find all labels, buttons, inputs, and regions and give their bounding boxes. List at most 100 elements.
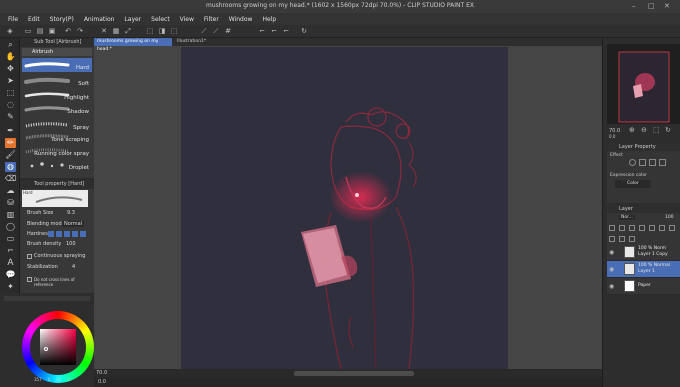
navigator-angle[interactable]: 0.0	[609, 134, 615, 139]
draft-icon[interactable]	[629, 225, 635, 231]
tab-illustration1[interactable]: Illustration1*	[174, 38, 209, 46]
pencil-tool-icon[interactable]: ✏	[5, 138, 16, 148]
menu-animation[interactable]: Animation	[84, 16, 115, 23]
zoom-in-icon[interactable]: ⊕	[629, 126, 635, 134]
frame-tool-icon[interactable]: ▭	[5, 234, 16, 244]
pen-tool-icon[interactable]: ✒	[5, 126, 16, 136]
new-folder-icon[interactable]	[609, 236, 615, 242]
navigator-panel[interactable]	[607, 44, 680, 124]
lasso-tool-icon[interactable]: ◌	[5, 100, 16, 110]
eyedropper-tool-icon[interactable]: ✎	[5, 112, 16, 122]
color-picker-cursor[interactable]	[44, 347, 48, 351]
menu-story[interactable]: Story(P)	[50, 16, 74, 23]
subtool-group-tab[interactable]: Airbrush	[22, 48, 92, 56]
menu-view[interactable]: View	[180, 16, 194, 23]
menu-help[interactable]: Help	[262, 16, 276, 23]
transform-icon[interactable]: ⤢	[124, 27, 132, 35]
reference-icon[interactable]	[619, 225, 625, 231]
delete-layer-icon[interactable]	[629, 236, 635, 242]
fill-icon[interactable]: ▦	[112, 27, 120, 35]
layer-opacity[interactable]: 100	[665, 215, 674, 220]
maximize-icon[interactable]: □	[648, 2, 655, 10]
brush-hard[interactable]: Hard	[22, 58, 92, 72]
gradient-tool-icon[interactable]: ▥	[5, 210, 16, 220]
menu-file[interactable]: File	[8, 16, 18, 23]
brush-size-value[interactable]: 9.3	[67, 210, 75, 216]
color-panel-tabs[interactable]	[4, 296, 90, 301]
brush-soft[interactable]: Soft	[22, 74, 92, 88]
ruler-icon[interactable]: ⌐	[258, 27, 266, 35]
ruler-tool-icon[interactable]: ⌐	[5, 246, 16, 256]
selection-tool-icon[interactable]: ⬚	[5, 88, 16, 98]
brush-tool-icon[interactable]: 🖌	[5, 150, 16, 160]
visibility-icon[interactable]: ◉	[609, 283, 614, 290]
brush-shadow[interactable]: Shadow	[22, 102, 92, 116]
menu-window[interactable]: Window	[229, 16, 253, 23]
visibility-icon[interactable]: ◉	[609, 266, 614, 273]
operation-tool-icon[interactable]: ➤	[5, 76, 16, 86]
effect-border-icon[interactable]	[629, 159, 636, 166]
layer-row-paper[interactable]: ◉ Paper	[607, 278, 680, 295]
minimize-icon[interactable]: –	[632, 2, 636, 10]
eraser-tool-icon[interactable]: ⌫	[5, 174, 16, 184]
new-vector-layer-icon[interactable]	[669, 225, 675, 231]
menu-edit[interactable]: Edit	[28, 16, 40, 23]
effect-tone-icon[interactable]	[639, 159, 646, 166]
text-tool-icon[interactable]: A	[5, 258, 16, 268]
layer-row-layer1-copy[interactable]: ◉ 100 % Norm Layer 1 Copy	[607, 244, 680, 261]
angle-readout[interactable]: 0.0	[98, 379, 106, 385]
clear-icon[interactable]: ✕	[100, 27, 108, 35]
continuous-spraying-checkbox[interactable]	[27, 254, 32, 259]
ruler-3-icon[interactable]: ⌐	[282, 27, 290, 35]
drawing-canvas[interactable]	[181, 47, 508, 370]
brush-highlight[interactable]: Highlight	[22, 88, 92, 102]
lock-icon[interactable]	[639, 225, 645, 231]
edge-checkbox[interactable]	[27, 277, 32, 282]
horizontal-scrollbar[interactable]: 70.0	[94, 369, 602, 378]
deselect-icon[interactable]: ⬚	[146, 27, 154, 35]
scroll-thumb[interactable]	[294, 371, 414, 376]
alpha-lock-icon[interactable]	[649, 225, 655, 231]
layer-blend-mode[interactable]: Nor...	[619, 215, 635, 220]
hardness-selector[interactable]	[48, 231, 88, 237]
menu-filter[interactable]: Filter	[204, 16, 219, 23]
brush-density-value[interactable]: 100	[66, 241, 76, 247]
airbrush-tool-icon[interactable]: ◍	[5, 162, 16, 172]
blending-mode-select[interactable]: Normal	[62, 221, 85, 227]
blend-tool-icon[interactable]: ☁	[5, 186, 16, 196]
redo-icon[interactable]: ↷	[76, 27, 84, 35]
brush-running-color-spray[interactable]: Running color spray	[22, 144, 92, 158]
merge-icon[interactable]	[619, 236, 625, 242]
rotate-view-icon[interactable]: ↻	[665, 126, 671, 134]
stabilization-value[interactable]: 4	[72, 264, 75, 270]
figure-tool-icon[interactable]: ◯	[5, 222, 16, 232]
brush-tone-scraping[interactable]: Tone scraping	[22, 130, 92, 144]
rotate-icon[interactable]: ↻	[300, 27, 308, 35]
clip-icon[interactable]	[609, 225, 615, 231]
menu-layer[interactable]: Layer	[124, 16, 141, 23]
move-tool-icon[interactable]: ✥	[5, 64, 16, 74]
snap-icon[interactable]: ⟋	[200, 27, 208, 35]
layer-row-layer1[interactable]: ◉ 100 % Normal Layer 1	[607, 261, 680, 278]
close-icon[interactable]: ✕	[664, 2, 670, 10]
zoom-tool-icon[interactable]: ⌕	[5, 40, 16, 50]
selection-border-icon[interactable]: ⬚	[170, 27, 178, 35]
zoom-readout[interactable]: 70.0	[96, 370, 107, 376]
hand-tool-icon[interactable]: ✋	[5, 52, 16, 62]
new-file-icon[interactable]: ▭	[24, 27, 32, 35]
ruler-2-icon[interactable]: ⌐	[270, 27, 278, 35]
brush-droplet[interactable]: Droplet	[22, 158, 92, 172]
expression-color-select[interactable]: Color	[615, 180, 651, 188]
fit-icon[interactable]: ⬚	[653, 126, 660, 134]
balloon-tool-icon[interactable]: 💬	[5, 270, 16, 280]
zoom-out-icon[interactable]: ⊖	[641, 126, 647, 134]
save-icon[interactable]: ▣	[48, 27, 56, 35]
snap-grid-icon[interactable]: #	[224, 27, 232, 35]
tab-mushrooms[interactable]: mushrooms growing on my head.*	[94, 38, 172, 52]
fill-tool-icon[interactable]: ⛁	[5, 198, 16, 208]
new-layer-icon[interactable]	[659, 225, 665, 231]
invert-icon[interactable]: ◨	[158, 27, 166, 35]
effect-color-icon[interactable]	[649, 159, 656, 166]
menu-select[interactable]: Select	[151, 16, 170, 23]
effect-mask-icon[interactable]	[659, 159, 666, 166]
